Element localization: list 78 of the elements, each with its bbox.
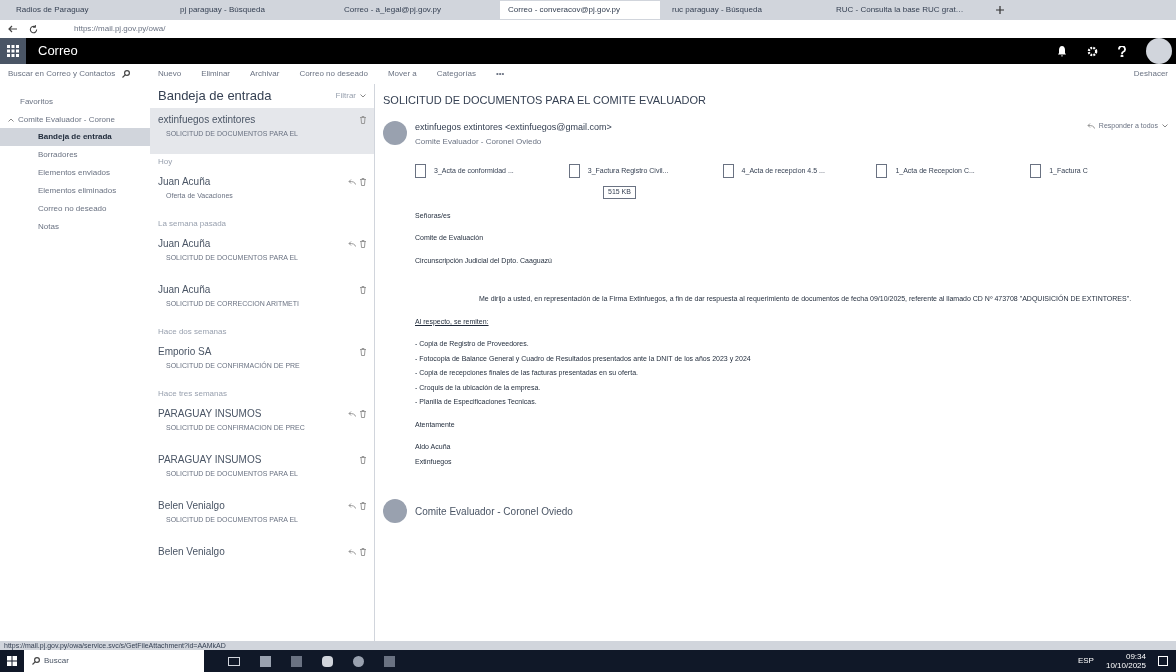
task-view-icon[interactable] bbox=[228, 656, 240, 666]
folder-item[interactable]: Elementos enviados bbox=[0, 164, 150, 182]
chevron-down-icon bbox=[1162, 123, 1168, 128]
sender-name: Emporio SA bbox=[158, 345, 212, 359]
folder-item[interactable]: Borradores bbox=[0, 146, 150, 164]
sender-name: Belen Venialgo bbox=[158, 545, 225, 559]
settings-icon[interactable] bbox=[1087, 45, 1098, 57]
undo-button[interactable]: Deshacer bbox=[1133, 68, 1168, 80]
sender-name: Juan Acuña bbox=[158, 237, 211, 251]
folder-item[interactable]: Correo no deseado bbox=[0, 200, 150, 218]
folder-item[interactable]: Bandeja de entrada bbox=[0, 128, 150, 146]
notification-icon[interactable] bbox=[1158, 656, 1168, 666]
trash-icon[interactable] bbox=[360, 285, 366, 294]
folder-item[interactable]: Elementos eliminados bbox=[0, 182, 150, 200]
chevron-up-icon bbox=[8, 118, 14, 122]
pdf-file-icon bbox=[415, 164, 426, 178]
sender-name: Belen Venialgo bbox=[158, 499, 225, 513]
help-icon[interactable] bbox=[1118, 45, 1126, 57]
sender-name[interactable]: Comite Evaluador - Coronel Oviedo bbox=[415, 503, 573, 519]
taskbar-search-field[interactable]: Buscar bbox=[24, 650, 204, 672]
bell-icon[interactable] bbox=[1057, 45, 1067, 57]
toolbar-button[interactable]: Archivar bbox=[250, 68, 280, 80]
app-launcher-icon[interactable] bbox=[0, 38, 26, 64]
group-header: Hace dos semanas bbox=[157, 326, 228, 338]
folder-title: Bandeja de entrada bbox=[158, 87, 272, 106]
trash-icon[interactable] bbox=[360, 347, 366, 356]
new-tab-icon[interactable] bbox=[996, 6, 1004, 14]
pdf-file-icon bbox=[876, 164, 888, 178]
avatar-icon bbox=[383, 499, 407, 523]
avatar-icon bbox=[383, 120, 407, 145]
reply-icon bbox=[1086, 122, 1095, 129]
browser-tab[interactable]: Correo - converacov@pj.gov.py bbox=[500, 1, 660, 19]
app-title: Correo bbox=[38, 42, 78, 61]
trash-icon[interactable] bbox=[360, 409, 366, 418]
folder-item[interactable]: Notas bbox=[0, 218, 150, 236]
trash-icon[interactable] bbox=[360, 177, 366, 186]
group-header: La semana pasada bbox=[157, 218, 228, 230]
app-icon[interactable] bbox=[260, 655, 271, 667]
avatar-icon[interactable] bbox=[1146, 38, 1172, 64]
sender-name: PARAGUAY INSUMOS bbox=[158, 407, 262, 421]
favorites-label[interactable]: Favoritos bbox=[0, 96, 150, 112]
recipient-line: Comite Evaluador - Coronel Oviedo bbox=[415, 136, 543, 148]
reload-icon[interactable] bbox=[29, 24, 38, 34]
trash-icon[interactable] bbox=[360, 455, 366, 464]
language-indicator[interactable]: ESP bbox=[1077, 655, 1094, 667]
trash-icon[interactable] bbox=[360, 547, 366, 556]
sender-name: Juan Acuña bbox=[158, 283, 211, 297]
app-icon[interactable] bbox=[353, 655, 364, 667]
chevron-down-icon bbox=[360, 94, 366, 98]
sender-name: extinfuegos extintores bbox=[158, 113, 256, 127]
account-folder[interactable]: Comite Evaluador - Corone bbox=[0, 112, 150, 128]
sender-address[interactable]: extinfuegos extintores <extinfuegos@gmail.com> bbox=[415, 120, 612, 134]
search-field[interactable]: Buscar en Correo y Contactos bbox=[8, 68, 138, 80]
toolbar-button[interactable]: Mover a bbox=[387, 68, 417, 80]
sender-name: Juan Acuña bbox=[158, 175, 211, 189]
back-icon[interactable] bbox=[8, 25, 17, 33]
pdf-file-icon bbox=[1030, 164, 1042, 178]
search-icon[interactable] bbox=[122, 70, 130, 78]
search-icon bbox=[32, 657, 40, 665]
app-icon[interactable] bbox=[322, 655, 333, 667]
toolbar-button[interactable]: Eliminar bbox=[201, 68, 231, 80]
message-subject: SOLICITUD DE DOCUMENTOS PARA EL COMITE EVALUADOR bbox=[383, 93, 707, 108]
trash-icon[interactable] bbox=[360, 501, 366, 510]
toolbar-button[interactable]: Categorías bbox=[436, 68, 476, 80]
pdf-file-icon bbox=[568, 164, 580, 178]
trash-icon[interactable] bbox=[360, 239, 366, 248]
sender-name: PARAGUAY INSUMOS bbox=[158, 453, 262, 467]
toolbar-button[interactable]: Correo no deseado bbox=[299, 68, 368, 80]
toolbar-button[interactable]: ••• bbox=[495, 68, 505, 80]
clock-time[interactable]: 09:34 bbox=[1125, 652, 1146, 661]
group-header: Hoy bbox=[157, 156, 174, 168]
windows-start-icon[interactable] bbox=[7, 656, 17, 666]
clock-date[interactable]: 10/10/2025 bbox=[1105, 661, 1146, 670]
pdf-file-icon bbox=[722, 164, 734, 178]
group-header: Hace tres semanas bbox=[157, 388, 228, 400]
address-bar[interactable]: https://mail.pj.gov.py/owa/ bbox=[74, 23, 166, 35]
toolbar-button[interactable]: Nuevo bbox=[158, 68, 182, 80]
message-item[interactable]: Belen Venialgo bbox=[150, 540, 374, 586]
